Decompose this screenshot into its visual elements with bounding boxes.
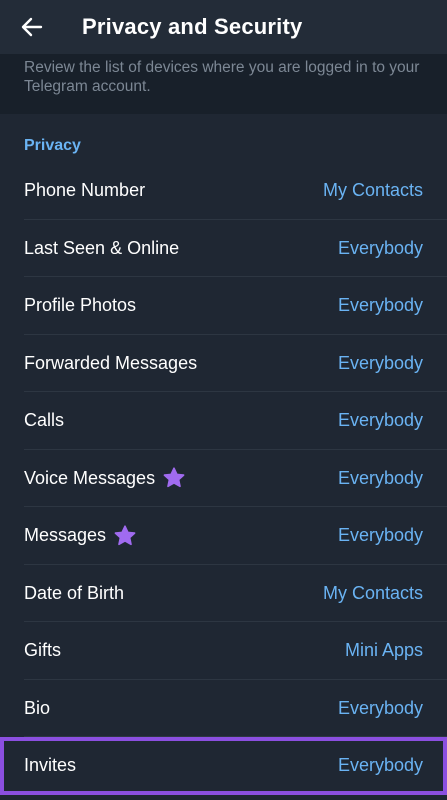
privacy-item-voice-messages[interactable]: Voice Messages Everybody: [0, 450, 447, 507]
app-header: Privacy and Security: [0, 0, 447, 54]
privacy-item-value: My Contacts: [322, 582, 423, 603]
privacy-item-value: Mini Apps: [344, 640, 423, 661]
back-button[interactable]: [0, 0, 64, 54]
premium-star-icon: [114, 525, 136, 545]
privacy-item-bio[interactable]: Bio Everybody: [0, 680, 447, 737]
privacy-item-left: Invites: [24, 755, 76, 776]
privacy-item-left: Last Seen & Online: [24, 238, 179, 259]
privacy-item-left: Profile Photos: [24, 295, 136, 316]
privacy-item-value: Everybody: [337, 295, 423, 316]
privacy-item-date-of-birth[interactable]: Date of Birth My Contacts: [0, 565, 447, 622]
privacy-item-forwarded-messages[interactable]: Forwarded Messages Everybody: [0, 335, 447, 392]
privacy-item-left: Voice Messages: [24, 466, 186, 490]
premium-star-icon: [163, 467, 185, 488]
privacy-item-label: Invites: [24, 755, 77, 776]
privacy-item-value: My Contacts: [322, 180, 423, 201]
privacy-item-value: Everybody: [337, 352, 423, 373]
privacy-item-value: Everybody: [337, 697, 423, 718]
privacy-item-phone-number[interactable]: Phone Number My Contacts: [0, 162, 447, 220]
privacy-item-label: Profile Photos: [24, 295, 137, 316]
privacy-item-label: Forwarded Messages: [24, 352, 198, 373]
privacy-item-left: Date of Birth: [24, 583, 124, 604]
privacy-item-left: Forwarded Messages: [24, 353, 197, 374]
privacy-item-value: Everybody: [337, 237, 423, 258]
privacy-item-value: Everybody: [337, 467, 423, 488]
privacy-item-label: Messages: [24, 525, 107, 546]
privacy-item-last-seen-online[interactable]: Last Seen & Online Everybody: [0, 220, 447, 277]
privacy-item-label: Last Seen & Online: [24, 237, 180, 258]
privacy-item-invites[interactable]: Invites Everybody: [0, 737, 447, 795]
privacy-list: Phone Number My Contacts Last Seen & Onlin…: [0, 162, 447, 795]
privacy-item-label: Calls: [24, 410, 65, 431]
privacy-item-value: Everybody: [337, 525, 423, 546]
privacy-item-value: Everybody: [337, 410, 423, 431]
privacy-item-label: Bio: [24, 697, 51, 718]
privacy-section-title: Privacy: [24, 137, 81, 154]
privacy-item-left: Phone Number: [24, 180, 145, 201]
privacy-item-gifts[interactable]: Gifts Mini Apps: [0, 622, 447, 680]
privacy-item-calls[interactable]: Calls Everybody: [0, 392, 447, 450]
page-title: Privacy and Security: [82, 14, 303, 39]
devices-info-block: Review the list of devices where you are…: [0, 54, 447, 114]
privacy-item-left: Gifts: [24, 640, 61, 661]
privacy-section: Privacy Phone Number My Contacts Last Seen…: [0, 114, 447, 800]
privacy-item-value: Everybody: [337, 755, 423, 776]
privacy-item-label: Date of Birth: [24, 582, 125, 603]
privacy-item-left: Bio: [24, 698, 50, 719]
privacy-item-label: Phone Number: [24, 180, 146, 201]
devices-info-text: Review the list of devices where you are…: [24, 59, 420, 95]
privacy-item-label: Voice Messages: [24, 467, 156, 488]
arrow-left-icon: [21, 17, 43, 37]
privacy-item-left: Messages: [24, 524, 137, 548]
privacy-item-messages[interactable]: Messages Everybody: [0, 507, 447, 565]
privacy-item-left: Calls: [24, 410, 64, 431]
privacy-item-profile-photos[interactable]: Profile Photos Everybody: [0, 277, 447, 335]
privacy-item-label: Gifts: [24, 640, 62, 661]
